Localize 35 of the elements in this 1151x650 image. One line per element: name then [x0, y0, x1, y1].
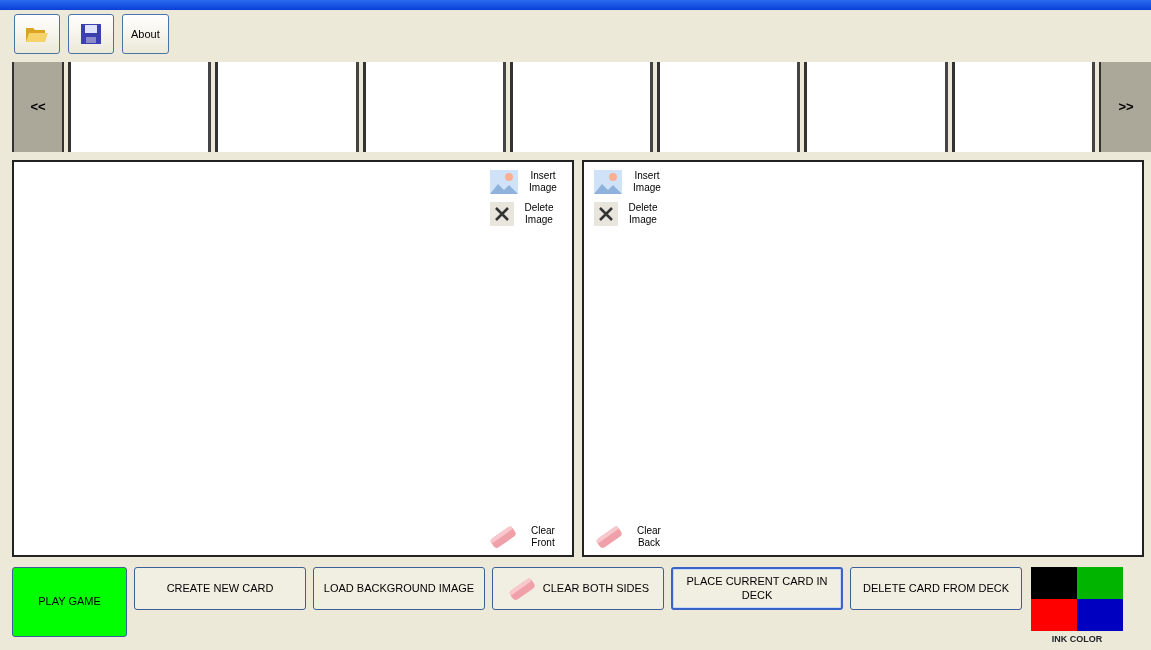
action-button[interactable]: CREATE NEW CARD: [134, 567, 306, 610]
insert-image-button[interactable]: Insert Image: [594, 170, 666, 194]
card-thumbnail[interactable]: [951, 62, 1095, 152]
image-icon: [490, 170, 518, 194]
close-icon: [490, 202, 514, 226]
action-button[interactable]: CLEAR BOTH SIDES: [492, 567, 664, 610]
insert-image-button[interactable]: Insert Image: [490, 170, 562, 194]
card-thumbnail[interactable]: [68, 62, 212, 152]
card-thumbnail[interactable]: [804, 62, 948, 152]
delete-image-button[interactable]: Delete Image: [490, 202, 562, 226]
color-swatch[interactable]: [1077, 599, 1123, 631]
color-swatch[interactable]: [1077, 567, 1123, 599]
save-button[interactable]: [68, 14, 114, 54]
card-thumbnail[interactable]: [362, 62, 506, 152]
about-button[interactable]: About: [122, 14, 169, 54]
card-front-canvas[interactable]: Insert Image Delete Image Clear Front: [12, 160, 574, 557]
action-button[interactable]: DELETE CARD FROM DECK: [850, 567, 1022, 610]
delete-image-button[interactable]: Delete Image: [594, 202, 666, 226]
card-thumbnail[interactable]: [215, 62, 359, 152]
play-game-button[interactable]: PLAY GAME: [12, 567, 127, 637]
next-button[interactable]: >>: [1098, 62, 1151, 152]
previous-button[interactable]: <<: [12, 62, 64, 152]
action-button[interactable]: LOAD BACKGROUND IMAGE: [313, 567, 485, 610]
ink-color-label: INK COLOR: [1051, 633, 1103, 646]
color-swatch[interactable]: [1031, 599, 1077, 631]
image-icon: [594, 170, 622, 194]
action-button[interactable]: PLACE CURRENT CARD IN DECK: [671, 567, 843, 610]
card-thumbnail[interactable]: [657, 62, 801, 152]
clear-back-button[interactable]: Clear Back: [594, 525, 668, 549]
close-icon: [594, 202, 618, 226]
card-back-canvas[interactable]: Insert Image Delete Image Clear Back: [582, 160, 1144, 557]
clear-front-button[interactable]: Clear Front: [488, 525, 562, 549]
card-thumbnail[interactable]: [509, 62, 654, 152]
color-swatch[interactable]: [1031, 567, 1077, 599]
open-button[interactable]: [14, 14, 60, 54]
